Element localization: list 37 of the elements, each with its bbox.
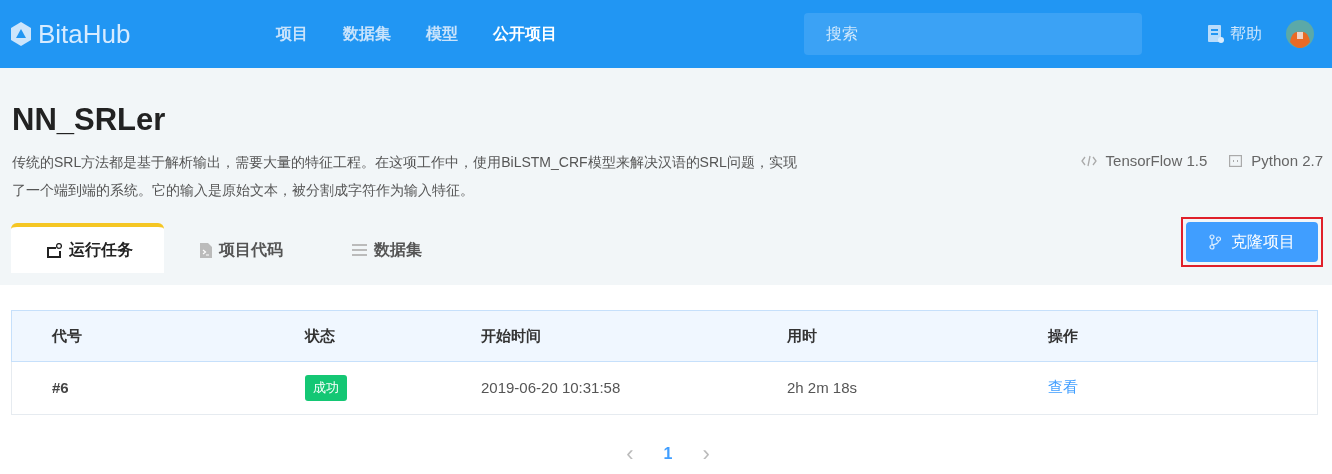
status-badge: 成功 <box>305 374 347 401</box>
file-terminal-icon <box>199 242 212 258</box>
column-header: 操作 <box>1048 326 1079 346</box>
branch-icon <box>1209 234 1221 250</box>
inbox-gear-icon <box>46 242 62 258</box>
column-header: 状态 <box>305 326 336 346</box>
column-header: 开始时间 <box>481 326 542 346</box>
list-icon <box>352 244 367 256</box>
view-link[interactable]: 查看 <box>1048 378 1078 397</box>
nav-link[interactable]: 数据集 <box>343 23 391 45</box>
help-link[interactable]: 帮助 <box>1230 23 1262 45</box>
tab[interactable]: 数据集 <box>317 223 470 273</box>
table-cell-text: #6 <box>52 379 70 396</box>
table-cell-text: 2h 2m 18s <box>787 379 859 396</box>
nav-link[interactable]: 公开项目 <box>493 23 557 45</box>
nav-link[interactable]: 模型 <box>426 23 458 45</box>
column-header: 用时 <box>787 326 818 346</box>
page-number[interactable]: 1 <box>663 445 673 463</box>
previous-page-button[interactable]: ‹ <box>626 441 634 467</box>
document-help-icon <box>1208 25 1224 43</box>
tab[interactable]: 运行任务 <box>11 223 164 273</box>
language-label: Python 2.7 <box>1251 152 1323 169</box>
code-icon <box>1080 154 1097 167</box>
project-title: NN_SRLer <box>12 101 167 139</box>
next-page-button[interactable]: › <box>702 441 710 467</box>
search-field[interactable]: 搜索 <box>804 13 1142 55</box>
clone-project-button[interactable]: 克隆项目 <box>1186 222 1318 262</box>
framework-label: TensorFlow 1.5 <box>1105 152 1208 169</box>
terminal-window-icon <box>1229 154 1243 167</box>
nav-link[interactable]: 项目 <box>276 23 308 45</box>
logo-icon <box>10 21 32 47</box>
column-header: 代号 <box>52 326 83 346</box>
tab[interactable]: 项目代码 <box>164 223 317 273</box>
avatar-icon[interactable] <box>1286 20 1314 48</box>
project-description: 传统的SRL方法都是基于解析输出，需要大量的特征工程。在这项工作中，使用BiLSTM_CRF模型来解决汉语的SRL问题，实现了一个端到端的系统。它的输入是原始文本，被分割成字符作为输入特征。 <box>12 153 798 200</box>
logo-text[interactable]: BitaHub <box>38 18 131 50</box>
table-cell-text: 2019-06-20 10:31:58 <box>481 379 622 396</box>
